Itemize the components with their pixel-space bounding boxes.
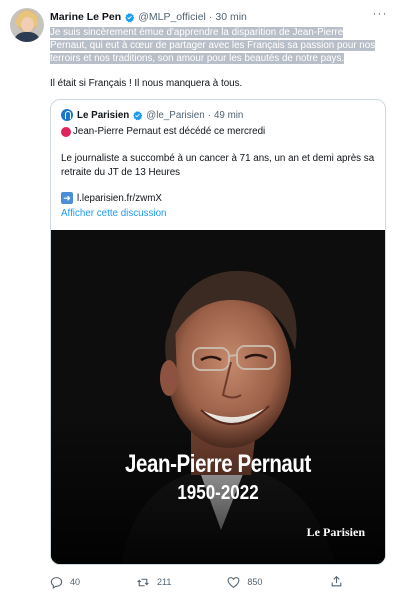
tweet-header: Marine Le Pen @MLP_officiel · 30 min (50, 9, 372, 25)
share-icon (331, 575, 342, 587)
arrow-right-icon: ➜ (61, 192, 73, 204)
separator-dot: · (208, 11, 213, 23)
red-circle-icon (61, 126, 71, 137)
verified-badge-icon (133, 110, 143, 120)
more-icon[interactable]: ··· (372, 7, 388, 23)
retweet-count: 211 (157, 577, 172, 587)
quoted-header: Le Parisien @le_Parisien · 49 min (61, 109, 243, 121)
quoted-tweet[interactable]: Le Parisien @le_Parisien · 49 min Jean-P… (50, 99, 386, 565)
tweet-text: Je suis sincèrement émue d'apprendre la … (50, 26, 380, 66)
portrait-illustration (51, 230, 385, 564)
like-icon (227, 576, 240, 588)
avatar[interactable] (10, 8, 44, 42)
action-bar: 40 211 850 (50, 575, 350, 589)
highlighted-text: Je suis sincèrement émue d'apprendre la … (50, 27, 376, 65)
reply-icon (50, 576, 63, 589)
image-title: Jean-Pierre Pernaut (125, 450, 311, 478)
quoted-author-handle: @le_Parisien (146, 109, 205, 121)
reply-count: 40 (70, 577, 81, 587)
quoted-author-name: Le Parisien (77, 109, 130, 121)
image-years: 1950-2022 (177, 482, 259, 504)
share-button[interactable] (330, 575, 343, 593)
show-thread-link[interactable]: Afficher cette discussion (61, 208, 166, 219)
tweet-time[interactable]: 30 min (215, 11, 247, 23)
quoted-image[interactable]: Jean-Pierre Pernaut 1950-2022 Le Parisie… (51, 230, 385, 564)
like-button[interactable]: 850 (227, 576, 262, 589)
reply-button[interactable]: 40 (50, 576, 80, 589)
le-parisien-logo-icon (61, 109, 73, 121)
separator-dot: · (207, 109, 211, 121)
author-name[interactable]: Marine Le Pen (50, 11, 121, 23)
retweet-button[interactable]: 211 (136, 576, 171, 589)
tweet: Marine Le Pen @MLP_officiel · 30 min ···… (0, 0, 396, 596)
quoted-headline: Jean-Pierre Pernaut est décédé ce mercre… (61, 126, 265, 137)
retweet-icon (137, 578, 149, 586)
quoted-link[interactable]: ➜ l.leparisien.fr/zwmX (61, 192, 162, 204)
verified-badge-icon (125, 12, 135, 22)
image-brand-logo: Le Parisien (306, 525, 365, 539)
quoted-headline-text: Jean-Pierre Pernaut est décédé ce mercre… (73, 126, 266, 137)
tweet-text-second: Il était si Français ! Il nous manquera … (50, 78, 243, 89)
quoted-link-text[interactable]: l.leparisien.fr/zwmX (77, 193, 162, 204)
quoted-body: Le journaliste a succombé à un cancer à … (61, 153, 375, 178)
like-count: 850 (247, 577, 263, 587)
quoted-time: 49 min (213, 109, 244, 121)
author-handle[interactable]: @MLP_officiel (138, 11, 206, 23)
